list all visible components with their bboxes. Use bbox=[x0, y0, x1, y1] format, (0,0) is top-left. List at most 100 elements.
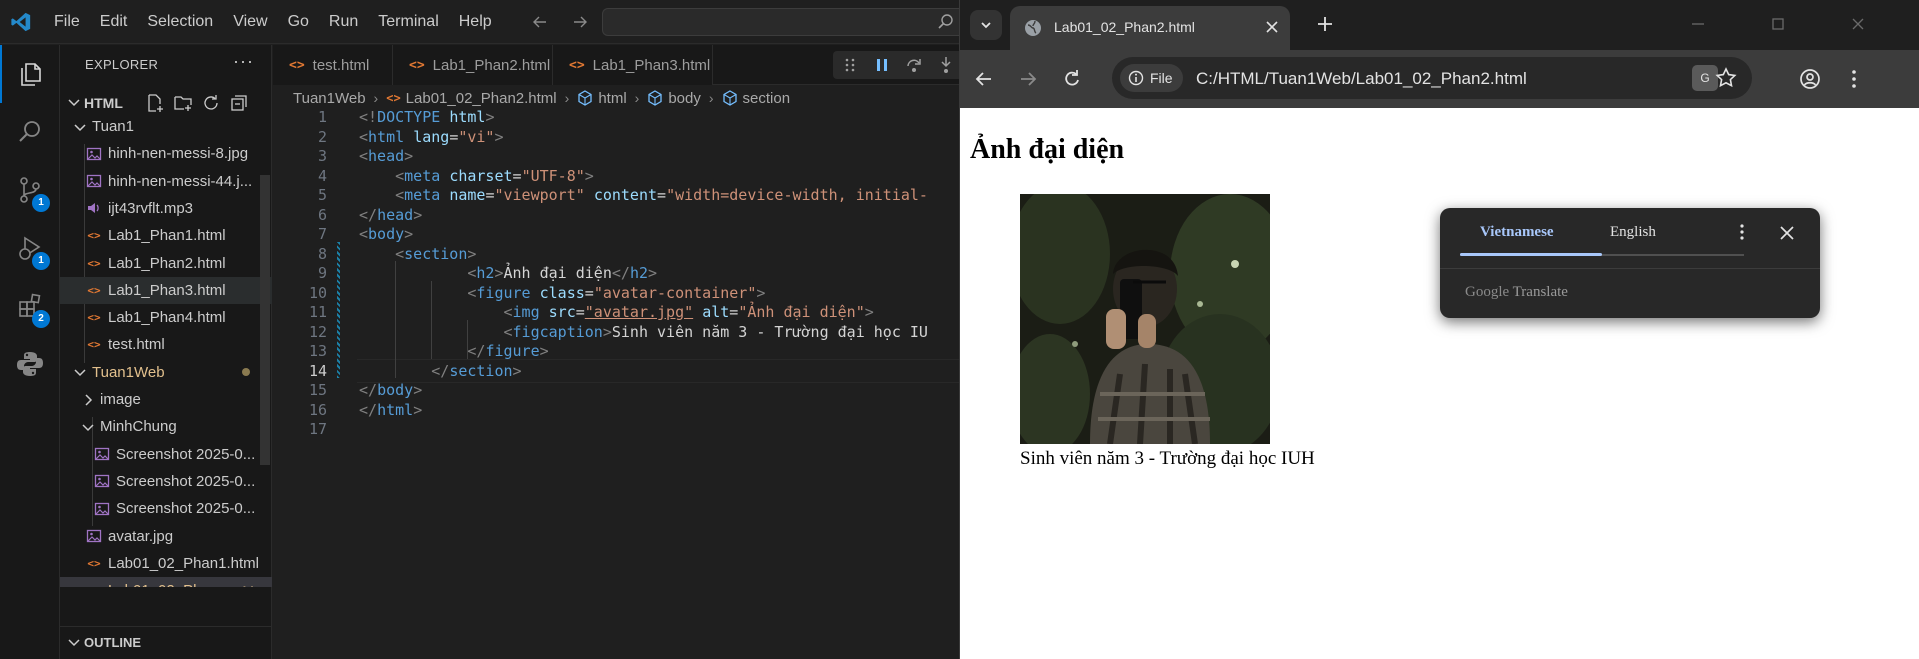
address-bar[interactable]: File C:/HTML/Tuan1Web/Lab01_02_Phan2.htm… bbox=[1112, 57, 1752, 99]
workspace-folder-header[interactable]: HTML bbox=[60, 89, 272, 117]
code-token: html bbox=[368, 127, 405, 146]
explorer-more-button[interactable]: ··· bbox=[233, 51, 254, 72]
new-file-icon[interactable] bbox=[145, 93, 165, 113]
tree-file[interactable]: Screenshot 2025-0... bbox=[60, 441, 272, 468]
close-tab-icon[interactable] bbox=[1263, 18, 1281, 36]
url-text[interactable]: C:/HTML/Tuan1Web/Lab01_02_Phan2.html bbox=[1196, 69, 1527, 89]
tree-file[interactable]: <> Lab01_02_Pha... M bbox=[60, 577, 272, 587]
python-activity[interactable] bbox=[0, 335, 60, 393]
tree-file[interactable]: <> Lab1_Phan3.html bbox=[60, 276, 272, 304]
pause-icon[interactable] bbox=[873, 56, 891, 74]
bookmark-star-icon[interactable] bbox=[1714, 66, 1738, 90]
tab-search-button[interactable] bbox=[970, 10, 1002, 40]
code-token: > bbox=[756, 283, 766, 302]
run-debug-activity[interactable]: 1 bbox=[0, 219, 60, 277]
files-icon bbox=[21, 63, 41, 86]
source-control-activity[interactable]: 1 bbox=[0, 161, 60, 219]
drag-handle-icon[interactable] bbox=[841, 56, 859, 74]
forward-arrow-icon[interactable] bbox=[1016, 67, 1040, 91]
site-info-chip[interactable]: File bbox=[1120, 64, 1183, 92]
close-icon[interactable] bbox=[1778, 224, 1796, 242]
breadcrumb-symbol-body[interactable]: body › bbox=[647, 90, 721, 107]
editor-tabs: <> test.html <> Lab1_Phan2.html <> Lab1_Pha… bbox=[273, 45, 959, 85]
code-token: head bbox=[368, 147, 405, 165]
tree-file[interactable]: <> Lab1_Phan1.html bbox=[60, 222, 272, 249]
history-nav bbox=[530, 12, 590, 32]
vscode-window: File Edit Selection View Go Run Terminal Help 1… bbox=[0, 0, 959, 659]
tree-folder[interactable]: image bbox=[60, 386, 272, 413]
step-into-icon[interactable] bbox=[937, 56, 955, 74]
translate-tab-target[interactable]: English bbox=[1610, 224, 1656, 241]
tree-file[interactable]: avatar.jpg bbox=[60, 523, 272, 550]
tree-file[interactable]: <> test.html bbox=[60, 331, 272, 358]
menu-view[interactable]: View bbox=[223, 0, 277, 44]
menu-terminal[interactable]: Terminal bbox=[368, 0, 448, 44]
menu-help[interactable]: Help bbox=[449, 0, 502, 44]
tab-test-html[interactable]: <> test.html bbox=[273, 45, 393, 85]
code-line[interactable]: <meta name="viewport" content="width=dev… bbox=[359, 183, 928, 207]
breadcrumb-folder[interactable]: Tuan1Web › bbox=[293, 90, 386, 107]
code-token: < bbox=[503, 303, 513, 321]
reload-icon[interactable] bbox=[1060, 67, 1084, 91]
breadcrumb-symbol-section[interactable]: section bbox=[722, 90, 790, 107]
minimize-icon[interactable] bbox=[1688, 14, 1708, 34]
forward-arrow-icon[interactable] bbox=[570, 12, 590, 32]
sidebar-scrollbar[interactable] bbox=[260, 175, 270, 465]
step-over-icon[interactable] bbox=[905, 56, 923, 74]
tree-folder[interactable]: MinhChung bbox=[60, 413, 272, 440]
tree-file[interactable]: ijt43rvflt.mp3 bbox=[60, 195, 272, 222]
code-token: html bbox=[449, 108, 486, 126]
outline-section-header[interactable]: OUTLINE bbox=[60, 626, 272, 654]
code-token: < bbox=[395, 244, 405, 263]
browser-tab-active[interactable]: Lab01_02_Phan2.html bbox=[1010, 6, 1290, 50]
tree-file[interactable]: <> Lab01_02_Phan1.html bbox=[60, 550, 272, 577]
code-line[interactable]: </html> bbox=[359, 398, 422, 422]
code-token: h2 bbox=[629, 264, 648, 282]
tree-file[interactable]: <> Lab1_Phan4.html bbox=[60, 304, 272, 331]
menu-run[interactable]: Run bbox=[319, 0, 368, 44]
back-arrow-icon[interactable] bbox=[530, 12, 550, 32]
maximize-icon[interactable] bbox=[1768, 14, 1788, 34]
tree-folder[interactable]: Tuan1Web bbox=[60, 359, 272, 386]
breadcrumb-symbol-html[interactable]: html › bbox=[577, 90, 647, 107]
code-token: = bbox=[584, 283, 594, 302]
translate-tab-source[interactable]: Vietnamese bbox=[1480, 224, 1554, 241]
refresh-icon[interactable] bbox=[201, 93, 221, 113]
tree-file[interactable]: hinh-nen-messi-8.jpg bbox=[60, 140, 272, 167]
extensions-activity[interactable]: 2 bbox=[0, 277, 60, 335]
tree-folder[interactable]: Tuan1 bbox=[60, 117, 272, 140]
tab-lab1-phan3[interactable]: <> Lab1_Phan3.html bbox=[553, 45, 713, 85]
command-center-search[interactable] bbox=[602, 8, 959, 36]
menu-go[interactable]: Go bbox=[278, 0, 319, 44]
code-editor[interactable]: 1 <!DOCTYPE html> 2 <html lang="vi"> 3 <head>… bbox=[273, 108, 959, 659]
modified-dot-indicator bbox=[242, 368, 250, 377]
explorer-activity[interactable] bbox=[0, 45, 60, 103]
breadcrumb-file[interactable]: <> Lab01_02_Phan2.html › bbox=[386, 90, 577, 107]
profile-icon[interactable] bbox=[1798, 67, 1822, 91]
scm-badge: 1 bbox=[32, 194, 50, 212]
search-activity[interactable] bbox=[0, 103, 60, 161]
menu-kebab-icon[interactable] bbox=[1842, 67, 1866, 91]
tree-file[interactable]: hinh-nen-messi-44.j... bbox=[60, 168, 272, 195]
tree-file[interactable]: <> Lab1_Phan2.html bbox=[60, 250, 272, 277]
menu-file[interactable]: File bbox=[44, 0, 90, 44]
code-token: > bbox=[602, 322, 612, 341]
menu-edit[interactable]: Edit bbox=[90, 0, 138, 44]
tab-lab1-phan2[interactable]: <> Lab1_Phan2.html bbox=[393, 45, 553, 85]
more-options-icon[interactable] bbox=[1732, 222, 1752, 242]
collapse-all-icon[interactable] bbox=[229, 93, 249, 113]
tree-file[interactable]: Screenshot 2025-0... bbox=[60, 495, 272, 522]
close-window-icon[interactable] bbox=[1848, 14, 1868, 34]
new-tab-icon[interactable] bbox=[1315, 14, 1335, 34]
back-arrow-icon[interactable] bbox=[972, 67, 996, 91]
tree-file[interactable]: Screenshot 2025-0... bbox=[60, 468, 272, 495]
html-file-icon: <> bbox=[87, 556, 101, 570]
menu-selection[interactable]: Selection bbox=[137, 0, 223, 44]
new-folder-icon[interactable] bbox=[173, 93, 193, 113]
